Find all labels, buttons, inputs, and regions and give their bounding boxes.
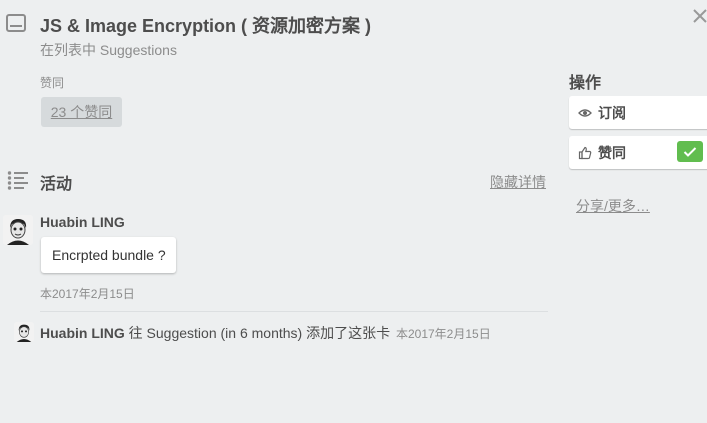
vote-button[interactable]: 赞同 <box>569 136 707 169</box>
divider <box>40 311 548 312</box>
hide-details-link[interactable]: 隐藏详情 <box>490 172 546 192</box>
activity-title: 活动 <box>40 176 73 193</box>
action-author[interactable]: Huabin LING <box>40 325 125 341</box>
list-info: 在列表中 Suggestions <box>40 40 177 60</box>
activity-action-entry: Huabin LING 往 Suggestion (in 6 months) 添… <box>40 323 491 343</box>
share-more-link[interactable]: 分享/更多… <box>576 196 650 216</box>
avatar-image <box>14 322 34 342</box>
votes-label: 赞同 <box>40 76 65 90</box>
subscribe-button[interactable]: 订阅 <box>569 96 707 129</box>
avatar-image <box>3 215 33 245</box>
actions-heading: 操作 <box>569 75 602 92</box>
action-text: 往 Suggestion (in 6 months) 添加了这张卡 <box>124 325 394 341</box>
vote-label: 赞同 <box>598 144 626 161</box>
activity-list-icon <box>7 171 28 190</box>
card-title[interactable]: JS & Image Encryption ( 资源加密方案 ) <box>40 12 371 38</box>
subscribe-label: 订阅 <box>598 104 626 121</box>
votes-count-button[interactable]: 23 个赞同 <box>41 97 122 127</box>
list-prefix: 在列表中 <box>40 42 100 58</box>
comment-date[interactable]: 本2017年2月15日 <box>40 285 135 302</box>
action-date[interactable]: 本2017年2月15日 <box>396 327 491 341</box>
comment-text: Encrpted bundle ? <box>41 237 176 273</box>
thumbs-up-icon <box>578 146 592 159</box>
avatar[interactable] <box>14 322 34 342</box>
checkmark-icon <box>683 146 697 157</box>
avatar[interactable] <box>3 215 33 245</box>
comment-author[interactable]: Huabin LING <box>40 214 125 230</box>
eye-icon <box>578 108 592 117</box>
close-icon[interactable] <box>690 6 707 26</box>
card-icon <box>6 14 26 32</box>
list-name-link[interactable]: Suggestions <box>100 42 177 58</box>
vote-checked-indicator <box>677 141 703 162</box>
